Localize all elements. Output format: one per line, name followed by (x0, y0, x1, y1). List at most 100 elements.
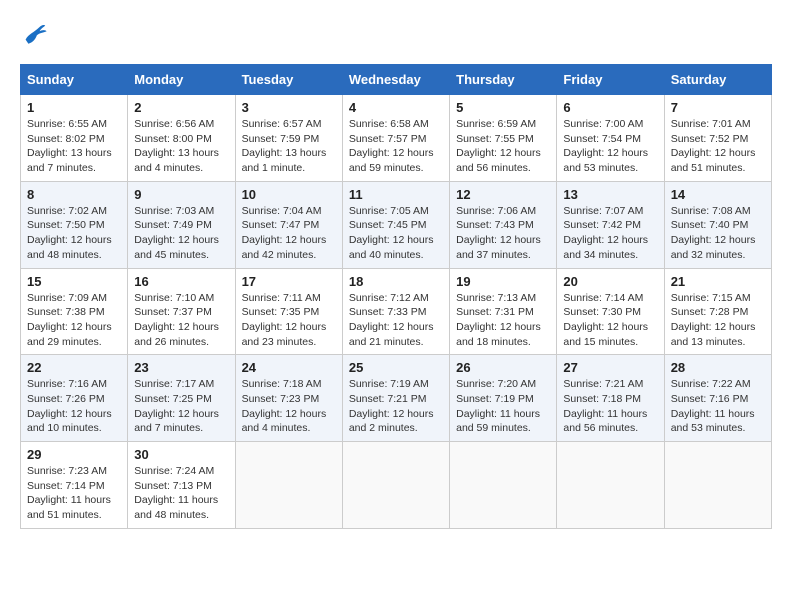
day-number: 12 (456, 187, 550, 202)
day-info: Sunrise: 6:57 AM Sunset: 7:59 PM Dayligh… (242, 117, 336, 176)
calendar-cell: 4 Sunrise: 6:58 AM Sunset: 7:57 PM Dayli… (342, 95, 449, 182)
calendar-cell: 19 Sunrise: 7:13 AM Sunset: 7:31 PM Dayl… (450, 268, 557, 355)
day-info: Sunrise: 7:09 AM Sunset: 7:38 PM Dayligh… (27, 291, 121, 350)
day-number: 22 (27, 360, 121, 375)
day-number: 5 (456, 100, 550, 115)
day-info: Sunrise: 7:03 AM Sunset: 7:49 PM Dayligh… (134, 204, 228, 263)
calendar-header-tuesday: Tuesday (235, 65, 342, 95)
day-number: 26 (456, 360, 550, 375)
day-info: Sunrise: 7:18 AM Sunset: 7:23 PM Dayligh… (242, 377, 336, 436)
calendar-cell (342, 442, 449, 529)
day-number: 28 (671, 360, 765, 375)
day-number: 25 (349, 360, 443, 375)
calendar-cell (450, 442, 557, 529)
day-info: Sunrise: 7:12 AM Sunset: 7:33 PM Dayligh… (349, 291, 443, 350)
day-info: Sunrise: 7:20 AM Sunset: 7:19 PM Dayligh… (456, 377, 550, 436)
day-number: 21 (671, 274, 765, 289)
day-info: Sunrise: 7:01 AM Sunset: 7:52 PM Dayligh… (671, 117, 765, 176)
day-number: 3 (242, 100, 336, 115)
calendar-header-sunday: Sunday (21, 65, 128, 95)
day-info: Sunrise: 7:13 AM Sunset: 7:31 PM Dayligh… (456, 291, 550, 350)
calendar-cell: 9 Sunrise: 7:03 AM Sunset: 7:49 PM Dayli… (128, 181, 235, 268)
calendar-cell: 7 Sunrise: 7:01 AM Sunset: 7:52 PM Dayli… (664, 95, 771, 182)
calendar-week-row: 22 Sunrise: 7:16 AM Sunset: 7:26 PM Dayl… (21, 355, 772, 442)
page-header (20, 20, 772, 48)
day-info: Sunrise: 7:16 AM Sunset: 7:26 PM Dayligh… (27, 377, 121, 436)
calendar-table: SundayMondayTuesdayWednesdayThursdayFrid… (20, 64, 772, 529)
calendar-cell: 28 Sunrise: 7:22 AM Sunset: 7:16 PM Dayl… (664, 355, 771, 442)
day-info: Sunrise: 7:11 AM Sunset: 7:35 PM Dayligh… (242, 291, 336, 350)
day-number: 13 (563, 187, 657, 202)
calendar-header-wednesday: Wednesday (342, 65, 449, 95)
day-number: 16 (134, 274, 228, 289)
calendar-week-row: 8 Sunrise: 7:02 AM Sunset: 7:50 PM Dayli… (21, 181, 772, 268)
day-info: Sunrise: 7:22 AM Sunset: 7:16 PM Dayligh… (671, 377, 765, 436)
day-number: 29 (27, 447, 121, 462)
day-number: 20 (563, 274, 657, 289)
calendar-cell: 22 Sunrise: 7:16 AM Sunset: 7:26 PM Dayl… (21, 355, 128, 442)
day-number: 6 (563, 100, 657, 115)
calendar-week-row: 29 Sunrise: 7:23 AM Sunset: 7:14 PM Dayl… (21, 442, 772, 529)
day-number: 19 (456, 274, 550, 289)
calendar-cell: 23 Sunrise: 7:17 AM Sunset: 7:25 PM Dayl… (128, 355, 235, 442)
day-number: 7 (671, 100, 765, 115)
day-number: 17 (242, 274, 336, 289)
calendar-cell: 25 Sunrise: 7:19 AM Sunset: 7:21 PM Dayl… (342, 355, 449, 442)
day-info: Sunrise: 7:00 AM Sunset: 7:54 PM Dayligh… (563, 117, 657, 176)
day-info: Sunrise: 7:07 AM Sunset: 7:42 PM Dayligh… (563, 204, 657, 263)
day-number: 11 (349, 187, 443, 202)
day-number: 24 (242, 360, 336, 375)
calendar-cell: 6 Sunrise: 7:00 AM Sunset: 7:54 PM Dayli… (557, 95, 664, 182)
day-info: Sunrise: 7:17 AM Sunset: 7:25 PM Dayligh… (134, 377, 228, 436)
day-info: Sunrise: 7:14 AM Sunset: 7:30 PM Dayligh… (563, 291, 657, 350)
day-info: Sunrise: 7:23 AM Sunset: 7:14 PM Dayligh… (27, 464, 121, 523)
day-number: 8 (27, 187, 121, 202)
calendar-cell: 17 Sunrise: 7:11 AM Sunset: 7:35 PM Dayl… (235, 268, 342, 355)
calendar-header-monday: Monday (128, 65, 235, 95)
day-number: 10 (242, 187, 336, 202)
day-info: Sunrise: 7:21 AM Sunset: 7:18 PM Dayligh… (563, 377, 657, 436)
calendar-cell: 13 Sunrise: 7:07 AM Sunset: 7:42 PM Dayl… (557, 181, 664, 268)
calendar-cell: 27 Sunrise: 7:21 AM Sunset: 7:18 PM Dayl… (557, 355, 664, 442)
calendar-cell (235, 442, 342, 529)
calendar-cell (664, 442, 771, 529)
calendar-cell: 14 Sunrise: 7:08 AM Sunset: 7:40 PM Dayl… (664, 181, 771, 268)
calendar-header-saturday: Saturday (664, 65, 771, 95)
logo-bird-icon (20, 20, 48, 48)
logo (20, 20, 52, 48)
calendar-header-row: SundayMondayTuesdayWednesdayThursdayFrid… (21, 65, 772, 95)
day-number: 30 (134, 447, 228, 462)
day-number: 27 (563, 360, 657, 375)
calendar-cell: 30 Sunrise: 7:24 AM Sunset: 7:13 PM Dayl… (128, 442, 235, 529)
day-info: Sunrise: 7:10 AM Sunset: 7:37 PM Dayligh… (134, 291, 228, 350)
calendar-cell: 16 Sunrise: 7:10 AM Sunset: 7:37 PM Dayl… (128, 268, 235, 355)
calendar-cell: 5 Sunrise: 6:59 AM Sunset: 7:55 PM Dayli… (450, 95, 557, 182)
calendar-header-friday: Friday (557, 65, 664, 95)
calendar-cell: 12 Sunrise: 7:06 AM Sunset: 7:43 PM Dayl… (450, 181, 557, 268)
day-number: 15 (27, 274, 121, 289)
day-number: 23 (134, 360, 228, 375)
day-number: 4 (349, 100, 443, 115)
day-info: Sunrise: 7:24 AM Sunset: 7:13 PM Dayligh… (134, 464, 228, 523)
calendar-cell: 11 Sunrise: 7:05 AM Sunset: 7:45 PM Dayl… (342, 181, 449, 268)
calendar-cell: 8 Sunrise: 7:02 AM Sunset: 7:50 PM Dayli… (21, 181, 128, 268)
day-info: Sunrise: 6:59 AM Sunset: 7:55 PM Dayligh… (456, 117, 550, 176)
day-info: Sunrise: 7:04 AM Sunset: 7:47 PM Dayligh… (242, 204, 336, 263)
day-number: 1 (27, 100, 121, 115)
calendar-cell: 10 Sunrise: 7:04 AM Sunset: 7:47 PM Dayl… (235, 181, 342, 268)
calendar-week-row: 15 Sunrise: 7:09 AM Sunset: 7:38 PM Dayl… (21, 268, 772, 355)
day-info: Sunrise: 7:19 AM Sunset: 7:21 PM Dayligh… (349, 377, 443, 436)
calendar-cell: 24 Sunrise: 7:18 AM Sunset: 7:23 PM Dayl… (235, 355, 342, 442)
day-info: Sunrise: 7:05 AM Sunset: 7:45 PM Dayligh… (349, 204, 443, 263)
day-info: Sunrise: 6:56 AM Sunset: 8:00 PM Dayligh… (134, 117, 228, 176)
day-number: 14 (671, 187, 765, 202)
day-info: Sunrise: 6:58 AM Sunset: 7:57 PM Dayligh… (349, 117, 443, 176)
calendar-cell: 26 Sunrise: 7:20 AM Sunset: 7:19 PM Dayl… (450, 355, 557, 442)
day-info: Sunrise: 7:15 AM Sunset: 7:28 PM Dayligh… (671, 291, 765, 350)
calendar-week-row: 1 Sunrise: 6:55 AM Sunset: 8:02 PM Dayli… (21, 95, 772, 182)
day-info: Sunrise: 7:06 AM Sunset: 7:43 PM Dayligh… (456, 204, 550, 263)
day-number: 9 (134, 187, 228, 202)
calendar-cell: 21 Sunrise: 7:15 AM Sunset: 7:28 PM Dayl… (664, 268, 771, 355)
calendar-cell: 15 Sunrise: 7:09 AM Sunset: 7:38 PM Dayl… (21, 268, 128, 355)
calendar-cell: 29 Sunrise: 7:23 AM Sunset: 7:14 PM Dayl… (21, 442, 128, 529)
